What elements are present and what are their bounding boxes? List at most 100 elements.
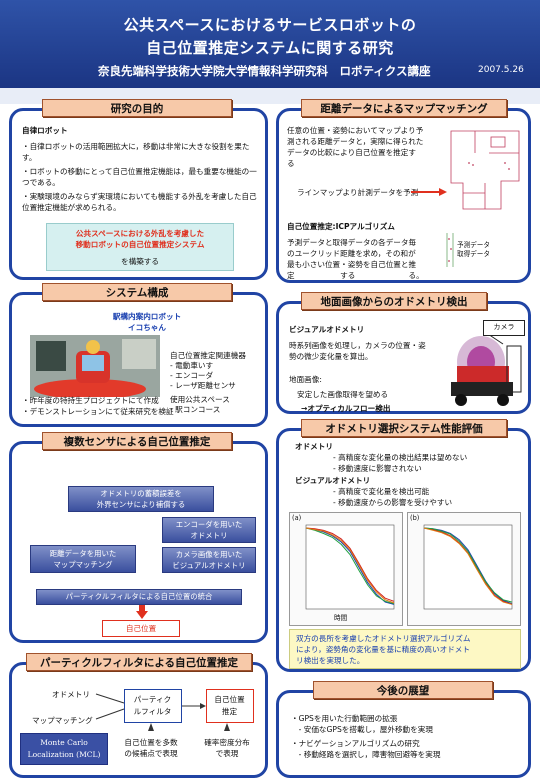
highlight-line2: 移動ロボットの自己位置推定システム: [75, 240, 205, 249]
box-map-matching: 距離データを用いた マップマッチング: [30, 545, 136, 573]
filter-line2: ルフィルタ: [133, 707, 172, 716]
panel-title: 地面画像からのオドメトリ検出: [301, 292, 487, 310]
eval-visual-title: ビジュアルオドメトリ: [295, 476, 371, 485]
mcl-box: Monte Carlo Localization (MCL): [20, 733, 108, 765]
device-3: - レーザ距離センサ: [170, 381, 236, 390]
poster-header: 公共スペースにおけるサービスロボットの 自己位置推定システムに関する研究 奈良先…: [0, 0, 540, 88]
optical-flow: →オプティカルフロー検出: [301, 404, 391, 413]
icp-line-3: 最も小さい位置・姿勢を自己位置と推: [287, 260, 417, 269]
panel-map-matching: 距離データによるマップマッチング 任意の位置・姿勢においてマップより予 測される…: [276, 99, 531, 283]
purpose-heading: 自律ロボット: [22, 126, 68, 135]
box-visual-line2: ビジュアルオドメトリ: [172, 560, 246, 570]
chart-b: (b): [407, 512, 521, 626]
icp-line-1: 予測データと取得データの各データ毎: [287, 238, 417, 247]
future-line-1: ・GPSを用いた行動範囲の拡張: [291, 714, 398, 723]
icp-title: 自己位置推定:ICPアルゴリズム: [287, 222, 395, 231]
box-integration: パーティクルフィルタによる自己位置の統合: [36, 589, 242, 605]
eval-visual-point-1: - 高精度で変化量を検出可能: [333, 487, 430, 496]
icp-line-4: 定 する る。: [287, 271, 424, 280]
vo-text-1: 時系列画像を処理し，カメラの位置・姿: [289, 341, 426, 350]
robot-camera-illustration: [451, 331, 522, 406]
box-compensate-line2: 外界センサにより補償する: [96, 499, 186, 509]
poster-date: 2007.5.26: [478, 65, 524, 75]
vo-text-2: 勢の微少変化量を算出。: [289, 352, 373, 361]
purpose-highlight: 公共スペースにおける外乱を考慮した 移動ロボットの自己位置推定システム を構築す…: [46, 223, 234, 271]
box-compensate-line1: オドメトリの蓄積誤差を: [100, 489, 182, 498]
panel-future: 今後の展望 ・GPSを用いた行動範囲の拡張 - 安価なGPSを搭載し，屋外移動を…: [276, 681, 531, 778]
ground-text: 安定した画像取得を望める: [297, 390, 389, 399]
vo-heading: ビジュアルオドメトリ: [289, 325, 365, 334]
panel-title: 複数センサによる自己位置推定: [42, 432, 232, 450]
panel-title: 研究の目的: [42, 99, 232, 117]
poster-title-line2: 自己位置推定システムに関する研究: [146, 39, 394, 57]
chart-a-plot: [305, 524, 395, 610]
box-encoder-line1: エンコーダを用いた: [175, 520, 243, 529]
panel-title: 距離データによるマップマッチング: [301, 99, 507, 117]
panel-system: システム構成 駅構内案内ロボット イコちゃん 自己位置推定関連機器 - 電動車い…: [9, 283, 268, 427]
highlight-line1: 公共スペースにおける外乱を考慮した: [75, 229, 205, 238]
panel-multi-sensor: 複数センサによる自己位置推定 オドメトリの蓄積誤差を 外界センサにより補償する …: [9, 432, 268, 643]
icp-line-2: のユークリッド距離を求め，その和が: [287, 249, 416, 258]
note-left-line2: の候補点で表現: [124, 749, 178, 758]
panel-title: オドメトリ選択システム性能評価: [301, 419, 507, 437]
future-line-4: - 移動経路を選択し，障害物回避等を実現: [291, 750, 441, 759]
right-arrow-icon: [411, 188, 447, 196]
highlight-line3: を構築する: [121, 257, 159, 266]
mm-text-3: データの比較により自己位置を推定す: [287, 148, 416, 157]
conclusion-line-1: 双方の長所を考慮したオドメトリ選択アルゴリズム: [296, 634, 471, 643]
space-item: - 駅コンコース: [170, 405, 221, 414]
mm-arrow-label: ラインマップより計測データを予測: [297, 188, 419, 197]
future-line-2: - 安価なGPSを搭載し，屋外移動を実現: [291, 725, 433, 734]
eval-odometry-point-1: - 高精度な変化量の検出結果は望めない: [333, 453, 468, 462]
output-line2: 推定: [221, 707, 238, 716]
future-line-3: ・ナビゲーションアルゴリズムの研究: [291, 739, 420, 748]
affiliation: 奈良先端科学技術大学院大学情報科学研究科 ロボティクス講座: [98, 64, 431, 78]
line-map-image: [445, 123, 525, 215]
poster-title-line1: 公共スペースにおけるサービスロボットの: [123, 16, 417, 34]
box-visual-odometry: カメラ画像を用いた ビジュアルオドメトリ: [162, 547, 256, 573]
mm-text-4: る: [287, 159, 295, 168]
panel-evaluation: オドメトリ選択システム性能評価 オドメトリ - 高精度な変化量の検出結果は望めな…: [276, 419, 531, 672]
panel-visual-odometry: 地面画像からのオドメトリ検出 ビジュアルオドメトリ 時系列画像を処理し，カメラの…: [276, 292, 531, 414]
note-right-line2: で表現: [215, 749, 239, 758]
panel-particle-filter: パーティクルフィルタによる自己位置推定 オドメトリ マップマッチング パーティク…: [9, 653, 268, 778]
conclusion-line-2: により，姿勢角の変化量を基に精度の高いオドメト: [296, 645, 470, 654]
ground-title: 地面画像:: [289, 375, 322, 384]
eval-visual-point-2: - 移動速度からの影響を受けやすい: [333, 498, 453, 507]
box-particle-filter: パーティク ルフィルタ: [124, 689, 182, 723]
legend-predicted: 予測データ: [457, 241, 490, 249]
robot-name-line1: 駅構内案内ロボット: [112, 312, 182, 321]
box-encoder-odometry: エンコーダを用いた オドメトリ: [162, 517, 256, 543]
chart-b-plot: [423, 524, 513, 610]
mcl-line2: Localization (MCL): [27, 750, 101, 759]
chart-a-xlabel: 時間: [334, 614, 348, 622]
result-self-position: 自己位置: [102, 620, 180, 637]
purpose-bullet-3: ・実験環境のみならず実環境においても機能する外乱を考慮した自己位置推定機能が求め…: [22, 192, 257, 212]
filter-line1: パーティク: [133, 695, 172, 704]
mm-text-2: 測される距離データと，実際に得られた: [287, 137, 424, 146]
robot-photo: [30, 335, 160, 397]
box-visual-line1: カメラ画像を用いた: [175, 550, 243, 559]
eval-odometry-point-2: - 移動速度に影響されない: [333, 464, 422, 473]
down-arrow-icon: [136, 605, 148, 619]
panel-purpose: 研究の目的 自律ロボット ・自律ロボットの活用範囲拡大に，移動は非常に大きな役割…: [9, 99, 268, 280]
panel-title: 今後の展望: [313, 681, 493, 699]
box-map-line2: マップマッチング: [53, 559, 113, 569]
purpose-bullet-1: ・自律ロボットの活用範囲拡大に，移動は非常に大きな役割を果たす。: [22, 142, 250, 162]
box-compensate: オドメトリの蓄積誤差を 外界センサにより補償する: [68, 486, 214, 512]
purpose-bullet-2: ・ロボットの移動にとって自己位置推定機能は，最も重要な機能の一つである。: [22, 167, 257, 187]
legend-measured: 取得データ: [457, 250, 490, 258]
mm-text-1: 任意の位置・姿勢においてマップより予: [287, 126, 424, 135]
camera-label: カメラ: [483, 320, 525, 336]
note-right-line1: 確率密度分布: [204, 738, 250, 747]
output-line1: 自己位置: [214, 695, 245, 704]
system-note-2: ・デモンストレーションにて従来研究を検証: [22, 407, 174, 416]
panel-title: システム構成: [42, 283, 232, 301]
eval-conclusion: 双方の長所を考慮したオドメトリ選択アルゴリズム により，姿勢角の変化量を基に精度…: [289, 629, 521, 669]
chart-a: (a) 時間: [289, 512, 403, 626]
box-map-line1: 距離データを用いた: [49, 549, 117, 558]
conclusion-line-3: リ検出を実現した。: [296, 656, 365, 665]
robot-name-line2: イコちゃん: [128, 323, 166, 332]
box-self-position-estimation: 自己位置 推定: [206, 689, 254, 723]
system-note-1: ・昨年度の特持生プロジェクトにて作成: [22, 396, 159, 405]
